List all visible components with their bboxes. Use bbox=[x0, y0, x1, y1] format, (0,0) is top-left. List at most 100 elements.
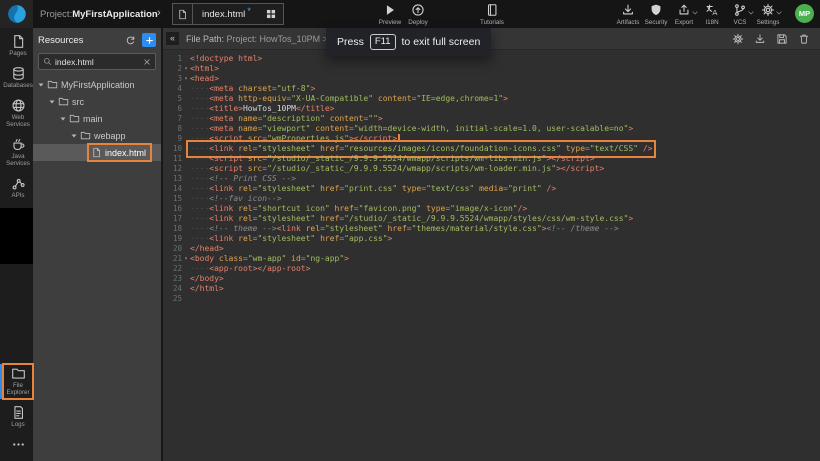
refresh-icon[interactable] bbox=[125, 35, 136, 46]
folder-icon bbox=[80, 130, 91, 141]
logs-icon bbox=[11, 405, 26, 420]
code-line-1: 1<!doctype html> bbox=[166, 54, 820, 64]
code-line-10: 10····<link rel="stylesheet" href="resou… bbox=[166, 144, 820, 154]
topbar-action-vcs[interactable]: VCS bbox=[726, 3, 754, 26]
sidebar-row-more bbox=[0, 435, 33, 455]
panel-divider[interactable] bbox=[161, 28, 163, 461]
line-number: 23 bbox=[166, 274, 182, 284]
line-number: 18 bbox=[166, 224, 182, 234]
fold-toggle-icon[interactable]: ▾ bbox=[182, 254, 190, 264]
sidebar-item-java-services[interactable]: Java Services bbox=[3, 135, 33, 170]
resources-title: Resources bbox=[38, 35, 125, 46]
topbar-action-artifacts[interactable]: Artifacts bbox=[614, 3, 642, 26]
code-content: ····<title>HowTos_10PM</title> bbox=[190, 104, 335, 114]
sidebar-item-logs[interactable]: Logs bbox=[3, 403, 33, 431]
line-number: 12 bbox=[166, 164, 182, 174]
tree-item-webapp[interactable]: webapp bbox=[33, 127, 161, 144]
tree-item-myfirstapplication[interactable]: MyFirstApplication bbox=[33, 76, 161, 93]
line-number: 11 bbox=[166, 154, 182, 164]
code-content: ····<script src="wmProperties.js"></scri… bbox=[190, 134, 400, 144]
caret-down-icon[interactable] bbox=[48, 98, 56, 106]
tab-file-button[interactable] bbox=[173, 4, 193, 24]
code-line-4: 4····<meta charset="utf-8"> bbox=[166, 84, 820, 94]
coffee-icon bbox=[11, 137, 26, 152]
code-content: <html> bbox=[190, 64, 219, 74]
topbar-action-deploy[interactable]: Deploy bbox=[404, 3, 432, 26]
sidebar-item-more[interactable] bbox=[3, 435, 33, 455]
add-resource-button[interactable] bbox=[142, 33, 156, 47]
wavemaker-logo[interactable] bbox=[0, 0, 33, 28]
topbar-action-security[interactable]: Security bbox=[642, 3, 670, 26]
sidebar-item-web-services[interactable]: Web Services bbox=[3, 96, 33, 131]
line-number: 10 bbox=[166, 144, 182, 154]
code-content: ····<meta charset="utf-8"> bbox=[190, 84, 315, 94]
fold-toggle-icon[interactable]: ▾ bbox=[182, 74, 190, 84]
code-line-19: 19····<link rel="stylesheet" href="app.c… bbox=[166, 234, 820, 244]
code-line-20: 20</head> bbox=[166, 244, 820, 254]
sidebar-item-file-explorer[interactable]: File Explorer bbox=[3, 364, 33, 399]
grid-icon bbox=[265, 8, 277, 20]
plus-icon bbox=[145, 36, 154, 45]
tree-item-content: index.html bbox=[90, 146, 149, 159]
line-number: 9 bbox=[166, 134, 182, 144]
topbar-actions-left: PreviewDeploy bbox=[376, 3, 432, 26]
search-icon bbox=[43, 57, 52, 66]
code-line-16: 16····<link rel="shortcut icon" href="fa… bbox=[166, 204, 820, 214]
globe-icon bbox=[11, 98, 26, 113]
tree-item-content: MyFirstApplication bbox=[37, 79, 135, 90]
notification-suffix: to exit full screen bbox=[402, 36, 481, 48]
user-avatar[interactable]: MP bbox=[795, 4, 814, 23]
code-editor[interactable]: 1<!doctype html>2▾<html>3▾<head>4····<me… bbox=[163, 50, 820, 304]
clear-search-icon[interactable] bbox=[143, 58, 151, 66]
collapse-panel-button[interactable]: « bbox=[166, 32, 179, 45]
export-icon bbox=[677, 3, 691, 17]
topbar-action-settings[interactable]: Settings bbox=[754, 3, 782, 26]
topbar-action-export[interactable]: Export bbox=[670, 3, 698, 26]
code-content: <head> bbox=[190, 74, 219, 84]
fold-toggle-icon[interactable]: ▾ bbox=[182, 64, 190, 74]
code-content: ····<link rel="stylesheet" href="print.c… bbox=[190, 184, 556, 194]
file-icon bbox=[91, 147, 102, 158]
download-icon[interactable] bbox=[754, 33, 766, 45]
tree-item-src[interactable]: src bbox=[33, 93, 161, 110]
caret-down-icon[interactable] bbox=[37, 81, 45, 89]
ellipsis-icon bbox=[11, 437, 26, 452]
page-icon bbox=[11, 34, 26, 49]
tab-index-html[interactable]: index.html * bbox=[193, 4, 260, 24]
sidebar-top-items: Pages Databases Web Services Java Services A… bbox=[0, 28, 33, 202]
sidebar-item-pages[interactable]: Pages bbox=[3, 32, 33, 60]
layout-grid-button[interactable] bbox=[260, 4, 283, 24]
code-content: ····<meta http-equiv="X-UA-Compatible" c… bbox=[190, 94, 508, 104]
search-input[interactable] bbox=[52, 57, 143, 67]
save-icon[interactable] bbox=[776, 33, 788, 45]
file-icon bbox=[177, 9, 188, 20]
topbar-action-i18n[interactable]: AI18N bbox=[698, 3, 726, 26]
code-line-2: 2▾<html> bbox=[166, 64, 820, 74]
sidebar-row-databases: Databases bbox=[0, 64, 33, 92]
tree-item-index-html[interactable]: index.html bbox=[33, 144, 161, 161]
caret-down-icon[interactable] bbox=[70, 132, 78, 140]
line-number: 7 bbox=[166, 114, 182, 124]
gear-icon[interactable] bbox=[732, 33, 744, 45]
topbar-action-tutorials[interactable]: Tutorials bbox=[478, 3, 506, 26]
line-number: 8 bbox=[166, 124, 182, 134]
code-line-15: 15····<!--fav icon--> bbox=[166, 194, 820, 204]
trash-icon[interactable] bbox=[798, 33, 810, 45]
top-bar: Project:MyFirstApplication › index.html … bbox=[0, 0, 820, 28]
tree-item-main[interactable]: main bbox=[33, 110, 161, 127]
file-tree: MyFirstApplication srcmainwebapp index.htm… bbox=[33, 76, 161, 161]
caret-down-icon[interactable] bbox=[59, 115, 67, 123]
code-line-7: 7····<meta name="description" content=""… bbox=[166, 114, 820, 124]
code-content: </body> bbox=[190, 274, 224, 284]
sidebar-bottom-items: File Explorer Logs bbox=[0, 360, 33, 455]
code-content: </head> bbox=[190, 244, 224, 254]
sidebar-item-apis[interactable]: APIs bbox=[3, 174, 33, 202]
download-icon bbox=[621, 3, 635, 17]
line-number: 25 bbox=[166, 294, 182, 304]
topbar-action-preview[interactable]: Preview bbox=[376, 3, 404, 26]
breadcrumb-chevron-icon: › bbox=[157, 7, 161, 19]
unsaved-indicator: * bbox=[247, 6, 251, 16]
line-number: 17 bbox=[166, 214, 182, 224]
sidebar-row-file-explorer: File Explorer bbox=[0, 364, 33, 399]
sidebar-item-databases[interactable]: Databases bbox=[3, 64, 33, 92]
